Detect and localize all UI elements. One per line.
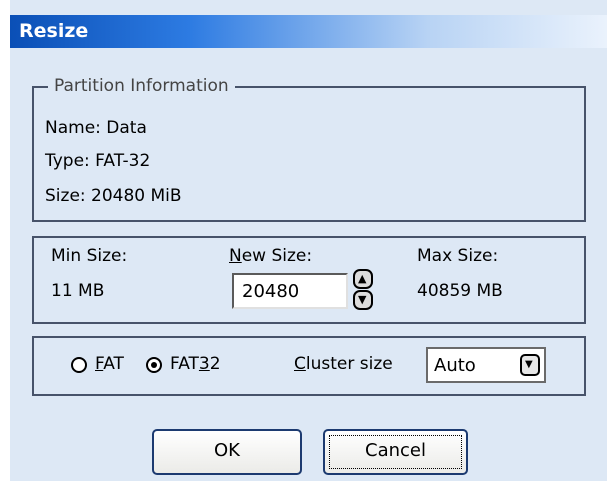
dropdown-arrow-icon[interactable]: ▼ [520, 354, 540, 376]
spin-up-icon[interactable]: ▲ [353, 269, 373, 289]
fat-mnemonic: F [95, 354, 104, 374]
fat32-radio-label[interactable]: FAT32 [170, 354, 221, 374]
partition-name: Name: Data [45, 118, 147, 138]
partition-info-legend: Partition Information [48, 76, 235, 96]
resize-dialog: Resize Partition Information Name: Data … [10, 0, 607, 481]
fat32-radio-icon[interactable] [146, 357, 162, 373]
title-bar[interactable]: Resize [10, 15, 607, 48]
fat-radio-label[interactable]: FAT [95, 354, 124, 374]
cluster-rest: luster size [305, 354, 393, 374]
fat32-suffix: 2 [209, 354, 221, 374]
cluster-size-label: Cluster size [294, 354, 393, 374]
new-size-spinner[interactable]: ▲ ▼ [353, 269, 373, 311]
partition-type: Type: FAT-32 [45, 151, 151, 171]
partition-size: Size: 20480 MiB [45, 186, 182, 206]
focus-ring [329, 435, 462, 469]
spin-down-icon[interactable]: ▼ [353, 290, 373, 310]
min-size-value: 11 MB [51, 281, 105, 301]
fat32-mnemonic: 3 [198, 354, 210, 374]
fat-radio-icon[interactable] [71, 357, 87, 373]
ok-button[interactable]: OK [152, 429, 302, 475]
cluster-mnemonic: C [294, 354, 306, 374]
new-size-label-rest: ew Size: [241, 246, 313, 266]
fat-rest: AT [103, 354, 124, 374]
dialog-title: Resize [19, 20, 89, 42]
fat32-prefix: FAT [170, 354, 199, 374]
min-size-label: Min Size: [51, 246, 128, 266]
max-size-value: 40859 MB [417, 281, 503, 301]
cancel-button[interactable]: Cancel [323, 429, 468, 475]
cluster-size-value: Auto [434, 355, 476, 376]
radio-selected-dot [151, 362, 157, 368]
cluster-size-select[interactable]: Auto ▼ [426, 347, 546, 383]
new-size-label-mnemonic: N [229, 246, 242, 266]
ok-button-label: OK [214, 440, 240, 461]
new-size-input[interactable]: 20480 [232, 273, 348, 309]
new-size-label: New Size: [229, 246, 312, 266]
max-size-label: Max Size: [417, 246, 499, 266]
